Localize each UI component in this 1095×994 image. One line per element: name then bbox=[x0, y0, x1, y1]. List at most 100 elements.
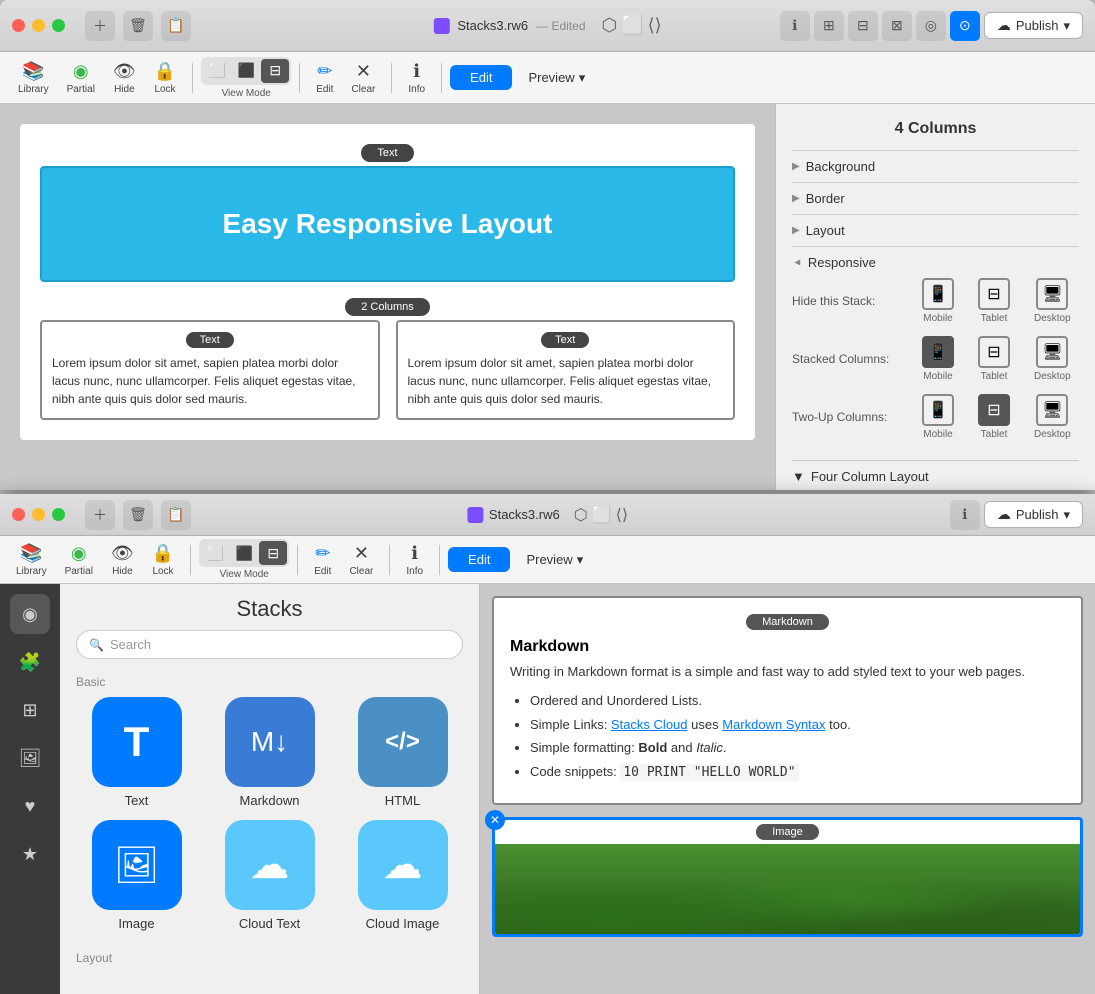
library-icon-bottom: 📚 bbox=[20, 543, 42, 564]
hide-tool-bottom[interactable]: 👁 Hide bbox=[103, 539, 142, 581]
minimize-button-bottom[interactable] bbox=[32, 508, 45, 521]
maximize-button-bottom[interactable] bbox=[52, 508, 65, 521]
minimize-button[interactable] bbox=[32, 19, 45, 32]
stack-item-markdown[interactable]: M↓ Markdown bbox=[209, 697, 330, 808]
stack-label-text: Text bbox=[125, 793, 149, 808]
info-icon-top: ℹ bbox=[413, 61, 420, 82]
layout5-btn[interactable]: ⊙ bbox=[950, 11, 980, 41]
copy-button-top[interactable]: 📋 bbox=[161, 11, 191, 41]
layout3-btn[interactable]: ⊠ bbox=[882, 11, 912, 41]
image-close-button[interactable]: ✕ bbox=[485, 810, 505, 830]
image-stack-label-bar: Image bbox=[495, 818, 1080, 840]
markdown-intro: Writing in Markdown format is a simple a… bbox=[510, 662, 1065, 683]
info-icon-bottom: ℹ bbox=[411, 543, 418, 564]
markdown-list: Ordered and Unordered Lists. Simple Link… bbox=[510, 691, 1065, 784]
clear-tool-top[interactable]: ✕ Clear bbox=[343, 57, 383, 99]
edit-tool-bottom[interactable]: ✏ Edit bbox=[306, 539, 339, 581]
layout2-btn[interactable]: ⊟ bbox=[848, 11, 878, 41]
clear-tool-bottom[interactable]: ✕ Clear bbox=[341, 539, 381, 581]
mobile-icon-hide[interactable]: 📱 bbox=[922, 278, 954, 310]
stack-item-cloud-text[interactable]: ☁ Cloud Text bbox=[209, 820, 330, 931]
desktop-icon-stacked[interactable]: 🖥 bbox=[1036, 336, 1068, 368]
trash-button-bottom[interactable]: 🗑 bbox=[123, 500, 153, 530]
stacks-cloud-link[interactable]: Stacks Cloud bbox=[611, 717, 688, 732]
sidebar-item-image[interactable]: 🖼 bbox=[10, 738, 50, 778]
tablet-icon-stacked[interactable]: ⊟ bbox=[978, 336, 1010, 368]
hide-tool-top[interactable]: 👁 Hide bbox=[105, 57, 144, 99]
background-section-header[interactable]: ▶ Background bbox=[792, 159, 1079, 174]
edit-tool-top[interactable]: ✏ Edit bbox=[308, 57, 341, 99]
sidebar-item-themes[interactable]: 🧩 bbox=[10, 642, 50, 682]
layout1-btn[interactable]: ⊞ bbox=[814, 11, 844, 41]
stack-label-cloud-text: Cloud Text bbox=[239, 916, 300, 931]
search-container[interactable]: 🔍 Search bbox=[76, 630, 463, 659]
four-col-header[interactable]: ▼ Four Column Layout bbox=[792, 469, 1079, 484]
lock-tool-bottom[interactable]: 🔒 Lock bbox=[144, 539, 182, 581]
info-tool-top[interactable]: ℹ Info bbox=[400, 57, 433, 99]
info-tool-bottom[interactable]: ℹ Info bbox=[398, 539, 431, 581]
code-icon-top[interactable]: ⟨⟩ bbox=[648, 15, 662, 36]
image-pill: Image bbox=[756, 824, 819, 840]
info-btn-top[interactable]: ℹ bbox=[780, 11, 810, 41]
tablet-icon-hide[interactable]: ⊟ bbox=[978, 278, 1010, 310]
desktop-icon-hide[interactable]: 🖥 bbox=[1036, 278, 1068, 310]
stack-item-html[interactable]: </> HTML bbox=[342, 697, 463, 808]
library-tool-bottom[interactable]: 📚 Library bbox=[8, 539, 55, 581]
responsive-section-header[interactable]: ▼ Responsive bbox=[792, 255, 1079, 270]
mobile-icon-stacked[interactable]: 📱 bbox=[922, 336, 954, 368]
partial-tool-bottom[interactable]: ◉ Partial bbox=[57, 539, 101, 581]
stack-item-text[interactable]: T Text bbox=[76, 697, 197, 808]
maximize-button[interactable] bbox=[52, 19, 65, 32]
tab-edit-bottom[interactable]: Edit bbox=[448, 547, 510, 572]
divider3-top bbox=[391, 63, 392, 93]
toolbar-icons-left-bottom: ＋ 🗑 📋 bbox=[85, 500, 191, 530]
view-mode-container-bottom: ⬜ ⬛ ⊟ View Mode bbox=[199, 539, 289, 580]
code-icon-bottom[interactable]: ⟨⟩ bbox=[616, 505, 628, 525]
library-tool-top[interactable]: 📚 Library bbox=[10, 57, 57, 99]
vm-btn2-top[interactable]: ⬛ bbox=[232, 59, 260, 83]
markdown-syntax-link[interactable]: Markdown Syntax bbox=[722, 717, 825, 732]
mobile-label-stacked: Mobile bbox=[923, 371, 952, 382]
add-button-top[interactable]: ＋ bbox=[85, 11, 115, 41]
stack-icon-bottom[interactable]: ⬡ bbox=[574, 505, 588, 525]
tablet-icon-bottom[interactable]: ⬜ bbox=[592, 505, 612, 525]
stack-icon-text: T bbox=[92, 697, 182, 787]
copy-button-bottom[interactable]: 📋 bbox=[161, 500, 191, 530]
tab-preview-top[interactable]: Preview ▾ bbox=[514, 65, 599, 91]
close-button[interactable] bbox=[12, 19, 25, 32]
vm-btn3-top[interactable]: ⊟ bbox=[261, 59, 289, 83]
vm-btn1-top[interactable]: ⬜ bbox=[203, 59, 231, 83]
mobile-icon-two-up[interactable]: 📱 bbox=[922, 394, 954, 426]
vm-btn1-bottom[interactable]: ⬜ bbox=[201, 541, 229, 565]
lock-tool-top[interactable]: 🔒 Lock bbox=[146, 57, 184, 99]
close-button-bottom[interactable] bbox=[12, 508, 25, 521]
border-section-header[interactable]: ▶ Border bbox=[792, 191, 1079, 206]
sidebar-item-star[interactable]: ★ bbox=[10, 834, 50, 874]
sidebar-item-heart[interactable]: ♥ bbox=[10, 786, 50, 826]
title-bar-top: ＋ 🗑 📋 Stacks3.rw6 — Edited ⬡ ⬜ ⟨⟩ ℹ ⊞ ⊟ … bbox=[0, 0, 1095, 52]
tablet-icon-top[interactable]: ⬜ bbox=[621, 15, 643, 36]
stack-item-cloud-image[interactable]: ☁ Cloud Image bbox=[342, 820, 463, 931]
title-bar-bottom: ＋ 🗑 📋 Stacks3.rw6 ⬡ ⬜ ⟨⟩ ℹ ☁ Publish ▾ bbox=[0, 494, 1095, 536]
publish-button-top[interactable]: ☁ Publish ▾ bbox=[984, 12, 1083, 39]
layout-section-header[interactable]: ▶ Layout bbox=[792, 223, 1079, 238]
sidebar-item-stacks[interactable]: ◉ bbox=[10, 594, 50, 634]
add-button-bottom[interactable]: ＋ bbox=[85, 500, 115, 530]
col-right-text: Lorem ipsum dolor sit amet, sapien plate… bbox=[408, 354, 724, 408]
vm-btn2-bottom[interactable]: ⬛ bbox=[230, 541, 258, 565]
stack-icon-top[interactable]: ⬡ bbox=[601, 15, 617, 36]
mobile-label-two-up: Mobile bbox=[923, 429, 952, 440]
stack-item-image[interactable]: 🖼 Image bbox=[76, 820, 197, 931]
sidebar-item-grid[interactable]: ⊞ bbox=[10, 690, 50, 730]
desktop-icon-two-up[interactable]: 🖥 bbox=[1036, 394, 1068, 426]
publish-button-bottom[interactable]: ☁ Publish ▾ bbox=[984, 501, 1083, 528]
tablet-icon-two-up[interactable]: ⊟ bbox=[978, 394, 1010, 426]
vm-btn3-bottom[interactable]: ⊟ bbox=[259, 541, 287, 565]
trash-button-top[interactable]: 🗑 bbox=[123, 11, 153, 41]
info-btn-bottom[interactable]: ℹ bbox=[950, 500, 980, 530]
partial-tool-top[interactable]: ◉ Partial bbox=[59, 57, 103, 99]
stacks-grid: T Text M↓ Markdown </> HTML 🖼 Image bbox=[60, 697, 479, 947]
layout4-btn[interactable]: ◎ bbox=[916, 11, 946, 41]
tab-edit-top[interactable]: Edit bbox=[450, 65, 512, 90]
tab-preview-bottom[interactable]: Preview ▾ bbox=[512, 547, 597, 573]
